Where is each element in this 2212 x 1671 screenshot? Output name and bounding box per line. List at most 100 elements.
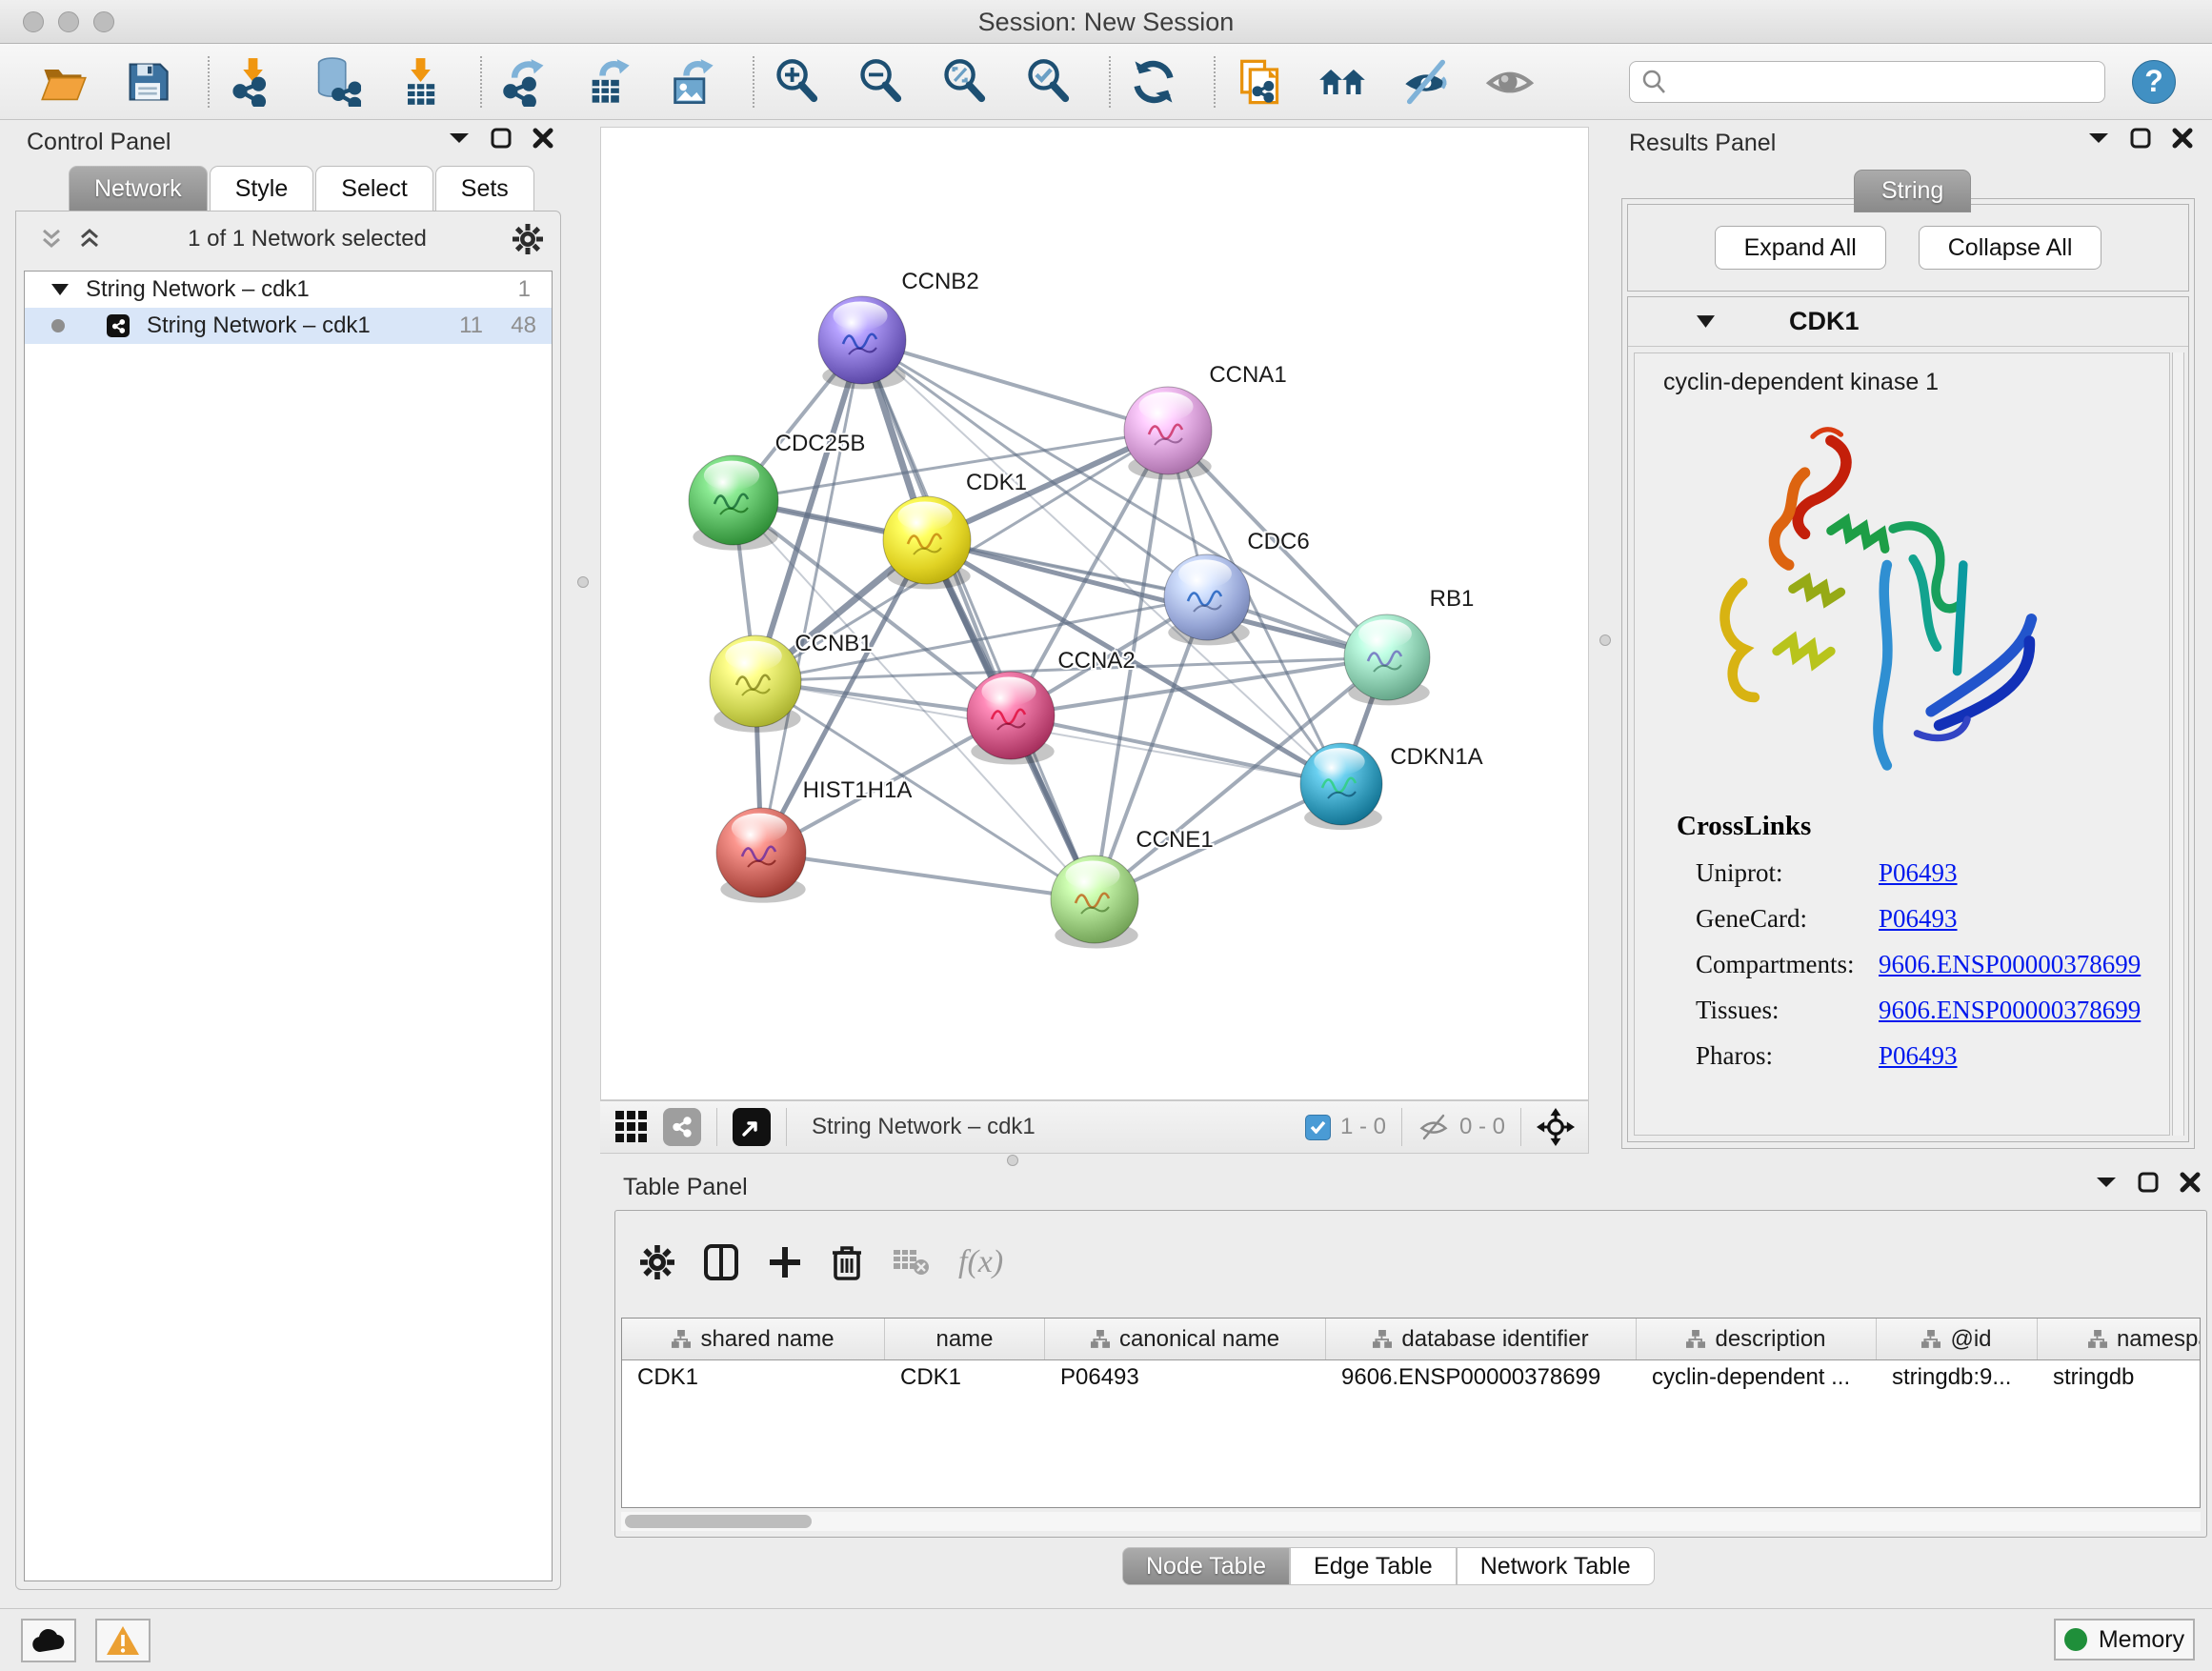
zoom-fit-icon[interactable]: [939, 56, 991, 108]
import-network-file-icon[interactable]: [227, 56, 278, 108]
tab-select[interactable]: Select: [315, 166, 432, 211]
graph-node-ccna2[interactable]: [967, 672, 1055, 765]
tab-network[interactable]: Network: [69, 166, 208, 211]
network-share-view-icon[interactable]: [663, 1108, 701, 1146]
hide-selected-icon[interactable]: [1400, 56, 1452, 108]
close-panel-icon[interactable]: [533, 128, 553, 149]
birds-eye-view-icon[interactable]: [733, 1108, 771, 1146]
cell-canonical-name[interactable]: P06493: [1045, 1360, 1326, 1397]
network-options-gear-icon[interactable]: [513, 224, 543, 254]
tab-style[interactable]: Style: [210, 166, 314, 211]
column-header[interactable]: database identifier: [1326, 1319, 1637, 1359]
search-input[interactable]: [1629, 61, 2105, 103]
table-horizontal-scrollbar[interactable]: [621, 1512, 2201, 1531]
import-table-file-icon[interactable]: [394, 56, 446, 108]
zoom-selected-icon[interactable]: [1023, 56, 1075, 108]
cell-database-identifier[interactable]: 9606.ENSP00000378699: [1326, 1360, 1637, 1397]
graph-node-ccnb2[interactable]: [818, 296, 906, 390]
collapse-all-button[interactable]: Collapse All: [1919, 226, 2102, 270]
graph-node-cdk1[interactable]: [883, 496, 971, 590]
cell-namespace[interactable]: stringdb: [2038, 1360, 2201, 1397]
memory-button[interactable]: Memory: [2054, 1619, 2195, 1661]
close-panel-icon[interactable]: [2180, 1172, 2201, 1193]
show-columns-icon[interactable]: [703, 1243, 739, 1281]
graph-node-cdc6[interactable]: [1164, 554, 1250, 645]
warnings-button[interactable]: [95, 1619, 151, 1662]
selected-nodes-checkbox[interactable]: [1305, 1115, 1331, 1140]
tab-sets[interactable]: Sets: [435, 166, 534, 211]
fit-content-crosshair-icon[interactable]: [1537, 1108, 1575, 1146]
cdk1-section-header[interactable]: CDK1: [1628, 297, 2188, 347]
export-network-icon[interactable]: [499, 56, 551, 108]
results-scrollbar[interactable]: [2172, 352, 2184, 1136]
tab-node-table[interactable]: Node Table: [1122, 1547, 1290, 1585]
crosslink-link[interactable]: P06493: [1879, 1041, 1958, 1071]
column-header[interactable]: canonical name: [1045, 1319, 1326, 1359]
crosslink-link[interactable]: P06493: [1879, 904, 1958, 934]
grid-view-icon[interactable]: [613, 1109, 650, 1145]
tab-network-table[interactable]: Network Table: [1457, 1547, 1655, 1585]
export-image-icon[interactable]: [667, 56, 718, 108]
cloud-services-button[interactable]: [21, 1619, 76, 1662]
cell-id[interactable]: stringdb:9...: [1877, 1360, 2038, 1397]
scrollbar-thumb[interactable]: [625, 1515, 812, 1528]
clone-network-icon[interactable]: [1233, 56, 1284, 108]
export-table-icon[interactable]: [583, 56, 634, 108]
first-neighbors-icon[interactable]: [1317, 56, 1368, 108]
cell-name[interactable]: CDK1: [885, 1360, 1045, 1397]
graph-node-hist1h1a[interactable]: [716, 808, 806, 903]
close-panel-icon[interactable]: [2172, 128, 2193, 149]
refresh-icon[interactable]: [1128, 56, 1179, 108]
graph-node-ccnb1[interactable]: [710, 635, 801, 733]
tab-string[interactable]: String: [1854, 170, 1971, 212]
float-panel-icon[interactable]: [491, 128, 512, 149]
panel-menu-icon[interactable]: [2088, 131, 2109, 145]
column-header[interactable]: namespace: [2038, 1319, 2201, 1359]
help-button[interactable]: ?: [2132, 60, 2176, 104]
save-session-icon[interactable]: [122, 56, 173, 108]
graph-node-ccna1[interactable]: [1124, 387, 1212, 480]
zoom-out-icon[interactable]: [855, 56, 907, 108]
collapse-triangle-icon[interactable]: [51, 284, 69, 295]
crosslink-link[interactable]: 9606.ENSP00000378699: [1879, 996, 2141, 1025]
show-all-icon[interactable]: [1484, 56, 1536, 108]
open-session-icon[interactable]: [38, 56, 90, 108]
expand-all-networks-icon[interactable]: [39, 227, 64, 252]
crosslink-label: GeneCard:: [1696, 904, 1879, 934]
bottom-splitter-handle[interactable]: [1007, 1155, 1018, 1166]
tab-edge-table[interactable]: Edge Table: [1290, 1547, 1457, 1585]
network-canvas[interactable]: CCNB2CCNA1CDC25BCDK1CDC6RB1CCNB1CCNA2CDK…: [600, 127, 1589, 1100]
panel-menu-icon[interactable]: [2096, 1176, 2117, 1189]
graph-node-cdkn1a[interactable]: [1300, 743, 1382, 830]
panel-menu-icon[interactable]: [449, 131, 470, 145]
left-splitter-handle[interactable]: [577, 576, 589, 588]
cell-shared-name[interactable]: CDK1: [622, 1360, 885, 1397]
network-collection-row[interactable]: String Network – cdk1 1: [25, 272, 552, 308]
string-network-graph[interactable]: CCNB2CCNA1CDC25BCDK1CDC6RB1CCNB1CCNA2CDK…: [601, 128, 1588, 1099]
delete-column-icon[interactable]: [831, 1243, 863, 1281]
float-panel-icon[interactable]: [2138, 1172, 2159, 1193]
cell-description[interactable]: cyclin-dependent ...: [1637, 1360, 1877, 1397]
crosslink-link[interactable]: 9606.ENSP00000378699: [1879, 950, 2141, 979]
float-panel-icon[interactable]: [2130, 128, 2151, 149]
network-row-selected[interactable]: String Network – cdk1 11 48: [25, 308, 552, 344]
column-header[interactable]: @id: [1877, 1319, 2038, 1359]
column-header[interactable]: description: [1637, 1319, 1877, 1359]
node-table[interactable]: shared name name canonical name database…: [621, 1318, 2201, 1508]
memory-status-dot: [2064, 1628, 2087, 1651]
table-row[interactable]: CDK1 CDK1 P06493 9606.ENSP00000378699 cy…: [622, 1360, 2200, 1397]
crosslink-link[interactable]: P06493: [1879, 858, 1958, 888]
right-splitter-handle[interactable]: [1599, 634, 1611, 646]
column-header[interactable]: shared name: [622, 1319, 885, 1359]
collapse-all-networks-icon[interactable]: [77, 227, 102, 252]
expand-all-button[interactable]: Expand All: [1715, 226, 1886, 270]
table-options-gear-icon[interactable]: [640, 1245, 674, 1279]
graph-node-ccne1[interactable]: [1051, 856, 1138, 949]
section-collapse-triangle-icon[interactable]: [1697, 315, 1715, 328]
graph-node-rb1[interactable]: [1344, 614, 1430, 705]
import-network-database-icon[interactable]: [311, 56, 362, 108]
graph-node-cdc25b[interactable]: [689, 455, 778, 551]
column-header[interactable]: name: [885, 1319, 1045, 1359]
add-column-icon[interactable]: [768, 1245, 802, 1279]
zoom-in-icon[interactable]: [772, 56, 823, 108]
